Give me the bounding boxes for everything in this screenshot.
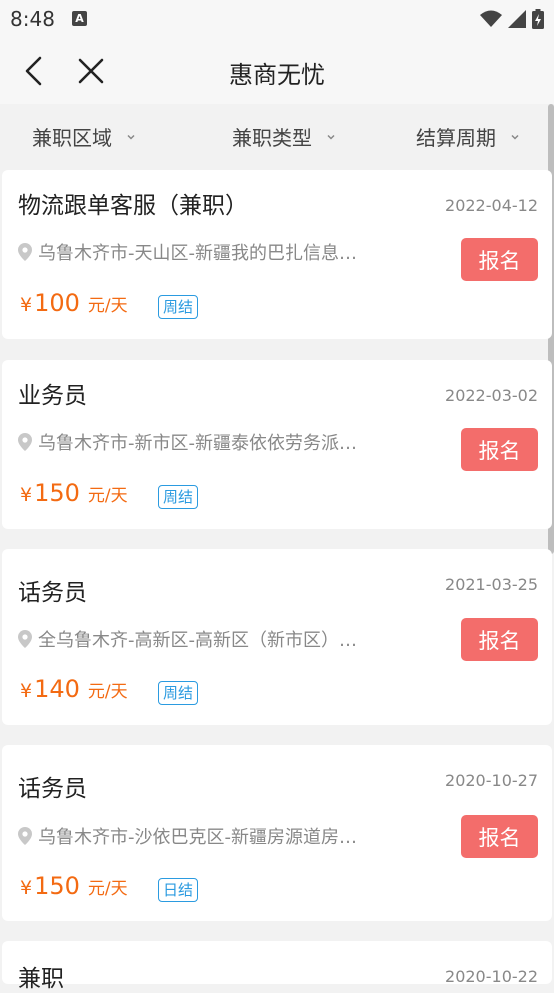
salary-amount: 140 xyxy=(34,675,80,703)
location-text: 乌鲁木齐市-新市区-新疆泰依依劳务派… xyxy=(38,433,357,454)
job-title: 兼职 xyxy=(18,966,64,992)
salary-unit: 元/天 xyxy=(87,486,128,506)
job-date: 2022-04-12 xyxy=(445,196,538,215)
salary: ¥ 100 元/天 xyxy=(20,289,128,317)
currency-symbol: ¥ xyxy=(20,877,33,899)
salary-amount: 150 xyxy=(34,479,80,507)
location-text: 乌鲁木齐市-沙依巴克区-新疆房源道房… xyxy=(38,827,357,848)
currency-symbol: ¥ xyxy=(20,294,33,316)
filter-type[interactable]: 兼职类型 xyxy=(232,122,336,151)
settlement-badge: 周结 xyxy=(158,295,199,319)
job-title: 业务员 xyxy=(18,383,87,409)
apply-button[interactable]: 报名 xyxy=(461,238,538,281)
job-date: 2020-10-27 xyxy=(445,771,538,790)
salary-unit: 元/天 xyxy=(87,682,128,702)
wifi-icon xyxy=(480,10,502,27)
location-text: 乌鲁木齐市-天山区-新疆我的巴扎信息… xyxy=(38,243,357,264)
job-card[interactable]: 兼职 2020-10-22 xyxy=(2,941,552,992)
chevron-down-icon xyxy=(511,134,519,140)
location-text: 全乌鲁木齐-高新区-高新区（新市区）… xyxy=(38,630,357,651)
signal-icon xyxy=(508,10,526,28)
job-title: 话务员 xyxy=(18,776,87,802)
settlement-badge: 周结 xyxy=(158,485,199,509)
battery-icon xyxy=(532,9,544,29)
job-date: 2022-03-02 xyxy=(445,386,538,405)
salary: ¥ 150 元/天 xyxy=(20,479,128,507)
salary-unit: 元/天 xyxy=(87,296,128,316)
currency-symbol: ¥ xyxy=(20,484,33,506)
job-card[interactable]: 业务员 2022-03-02 乌鲁木齐市-新市区-新疆泰依依劳务派… 报名 ¥ … xyxy=(2,360,552,529)
page-title: 惠商无忧 xyxy=(229,61,325,89)
currency-symbol: ¥ xyxy=(20,680,33,702)
apply-button[interactable]: 报名 xyxy=(461,815,538,858)
job-location: 乌鲁木齐市-沙依巴克区-新疆房源道房… xyxy=(18,823,388,849)
filter-label: 兼职类型 xyxy=(232,126,312,150)
location-pin-icon xyxy=(18,630,32,648)
job-date: 2021-03-25 xyxy=(445,575,538,594)
filter-label: 兼职区域 xyxy=(32,126,112,150)
filter-label: 结算周期 xyxy=(416,126,496,150)
filter-settlement[interactable]: 结算周期 xyxy=(416,122,520,151)
job-title: 话务员 xyxy=(18,580,87,606)
status-bar: 8:48 A xyxy=(0,0,554,38)
job-location: 乌鲁木齐市-天山区-新疆我的巴扎信息… xyxy=(18,239,388,265)
salary-amount: 150 xyxy=(34,872,80,900)
job-date: 2020-10-22 xyxy=(445,967,538,986)
job-title: 物流跟单客服（兼职） xyxy=(18,193,248,219)
salary-amount: 100 xyxy=(34,289,80,317)
settlement-badge: 日结 xyxy=(158,878,199,902)
filter-area[interactable]: 兼职区域 xyxy=(32,122,136,151)
job-card[interactable]: 物流跟单客服（兼职） 2022-04-12 乌鲁木齐市-天山区-新疆我的巴扎信息… xyxy=(2,170,552,339)
apply-button[interactable]: 报名 xyxy=(461,428,538,471)
location-pin-icon xyxy=(18,243,32,261)
salary: ¥ 150 元/天 xyxy=(20,872,128,900)
salary: ¥ 140 元/天 xyxy=(20,675,128,703)
app-header: 惠商无忧 xyxy=(0,38,554,104)
location-pin-icon xyxy=(18,433,32,451)
job-location: 全乌鲁木齐-高新区-高新区（新市区）… xyxy=(18,626,388,652)
status-icons xyxy=(480,9,544,29)
salary-unit: 元/天 xyxy=(87,879,128,899)
job-card[interactable]: 话务员 2021-03-25 全乌鲁木齐-高新区-高新区（新市区）… 报名 ¥ … xyxy=(2,549,552,725)
settlement-badge: 周结 xyxy=(158,681,199,705)
filter-bar: 兼职区域 兼职类型 结算周期 xyxy=(0,104,554,166)
location-pin-icon xyxy=(18,827,32,845)
chevron-down-icon xyxy=(127,134,135,140)
job-location: 乌鲁木齐市-新市区-新疆泰依依劳务派… xyxy=(18,429,388,455)
chevron-down-icon xyxy=(327,134,335,140)
apply-button[interactable]: 报名 xyxy=(461,618,538,661)
job-card[interactable]: 话务员 2020-10-27 乌鲁木齐市-沙依巴克区-新疆房源道房… 报名 ¥ … xyxy=(2,745,552,921)
notification-icon: A xyxy=(72,11,87,26)
status-time: 8:48 xyxy=(10,7,55,31)
